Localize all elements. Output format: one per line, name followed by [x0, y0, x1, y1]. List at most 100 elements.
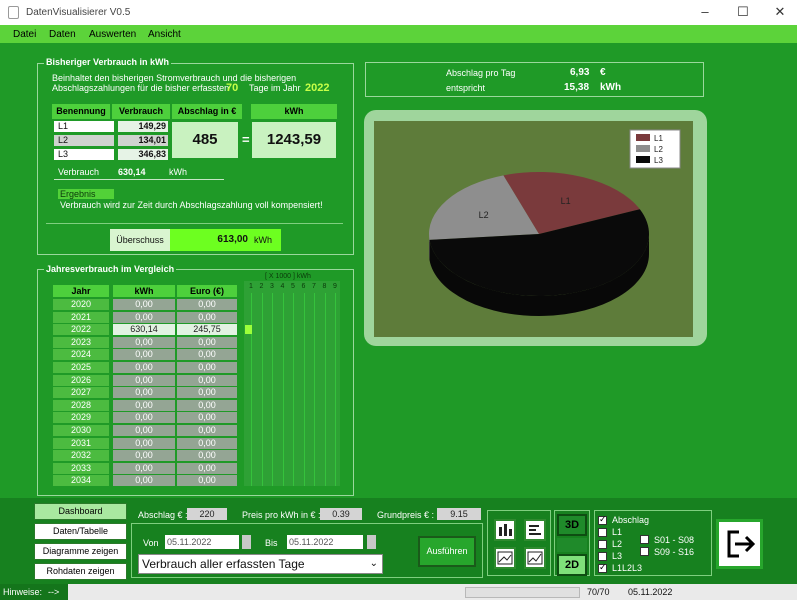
- status-bar: [0, 584, 797, 600]
- s2-option-label: S09 - S16: [654, 547, 695, 557]
- pie-slice-label: L1: [561, 196, 571, 206]
- l1-checkbox[interactable]: [598, 528, 607, 537]
- run-button[interactable]: Ausführen: [418, 536, 476, 567]
- dashboard-button[interactable]: Dashboard: [34, 503, 127, 520]
- raw-data-button[interactable]: Rohdaten zeigen: [34, 563, 127, 580]
- list-chart-icon: [529, 525, 541, 535]
- year-cell: 2032: [53, 450, 109, 462]
- progress-bar: [465, 587, 580, 598]
- data-table-button[interactable]: Daten/Tabelle: [34, 523, 127, 540]
- to-label: Bis: [265, 538, 278, 548]
- euro-cell: 0,00: [177, 475, 237, 487]
- euro-cell: 0,00: [177, 374, 237, 386]
- 3d-button[interactable]: 3D: [557, 514, 587, 536]
- kwh-cell: 0,00: [113, 387, 175, 399]
- image-chart-icon: [497, 551, 513, 565]
- l1l2l3-option-label: L1L2L3: [612, 563, 643, 573]
- legend-label: L1: [654, 134, 663, 143]
- abschlag-input[interactable]: 220: [187, 508, 227, 520]
- view-select[interactable]: Verbrauch aller erfassten Tage ⌄: [138, 554, 383, 574]
- to-date-input[interactable]: 05.11.2022: [287, 535, 363, 549]
- divider: [46, 223, 343, 224]
- scale-gridline: [314, 293, 315, 486]
- bar-chart-icon[interactable]: [494, 519, 516, 541]
- menu-auswerten[interactable]: Auswerten: [89, 29, 136, 40]
- from-date-picker[interactable]: [242, 535, 251, 549]
- euro-cell: 0,00: [177, 362, 237, 373]
- minimize-button[interactable]: –: [693, 2, 717, 22]
- scale-gridline: [261, 293, 263, 486]
- close-button[interactable]: ✕: [768, 2, 792, 22]
- year-cell: 2034: [53, 475, 109, 487]
- row-value-l2: 134,01: [118, 135, 168, 146]
- grundpreis-input[interactable]: 9.15: [437, 508, 481, 520]
- surplus-unit: kWh: [252, 229, 281, 251]
- maximize-button[interactable]: ☐: [731, 2, 755, 22]
- euro-cell: 0,00: [177, 425, 237, 436]
- year-cell: 2029: [53, 412, 109, 424]
- euro-cell: 0,00: [177, 399, 237, 411]
- euro-cell: 0,00: [177, 349, 237, 361]
- image-chart-icon[interactable]: [494, 547, 516, 569]
- from-date-input[interactable]: 05.11.2022: [165, 535, 239, 549]
- title-bar: DatenVisualisierer V0.5 – ☐ ✕: [0, 0, 797, 25]
- price-input[interactable]: 0.39: [320, 508, 362, 520]
- legend-swatch: [636, 134, 650, 141]
- abschlag-checkbox[interactable]: [598, 514, 607, 525]
- year-cell: 2023: [53, 336, 109, 348]
- menu-daten[interactable]: Daten: [49, 29, 76, 40]
- yearly-scale-area: [244, 281, 340, 486]
- legend-swatch: [636, 145, 650, 152]
- year-cell: 2024: [53, 349, 109, 361]
- row-value-l3: 346,83: [118, 149, 168, 160]
- menu-bar: Datei Daten Auswerten Ansicht: [0, 25, 797, 43]
- verbrauch-value: 630,14: [118, 167, 146, 177]
- s2-checkbox[interactable]: [640, 547, 649, 556]
- record-counter: 70/70: [587, 587, 610, 597]
- pie-chart: L1 L2 L1 L2 L3: [429, 129, 681, 317]
- daily-unit-1: €: [600, 67, 606, 78]
- euro-cell: 0,00: [177, 462, 237, 474]
- kwh-cell: 0,00: [113, 412, 175, 424]
- window-title: DatenVisualisierer V0.5: [26, 7, 131, 18]
- divider: [54, 179, 224, 180]
- exit-button[interactable]: [716, 519, 763, 569]
- header-kwh: kWh: [251, 104, 337, 119]
- kwh-cell: 0,00: [113, 311, 175, 323]
- year-cell: 2027: [53, 387, 109, 399]
- area-chart-icon: [527, 551, 543, 565]
- chart-plot-area: L1 L2 L1 L2 L3: [374, 121, 693, 337]
- menu-datei[interactable]: Datei: [13, 29, 36, 40]
- to-date-picker[interactable]: [367, 535, 376, 549]
- show-charts-button[interactable]: Diagramme zeigen: [34, 543, 127, 560]
- scale-label: [ X 1000 ] kWh: [265, 273, 311, 280]
- legend-swatch: [636, 156, 650, 163]
- days-count: 70: [226, 82, 239, 94]
- daily-label-2: entspricht: [446, 83, 486, 93]
- daily-label-1: Abschlag pro Tag: [446, 68, 516, 78]
- l3-checkbox[interactable]: [598, 552, 607, 561]
- scale-tick: 6: [301, 283, 306, 290]
- scale-gridline: [293, 293, 294, 486]
- scale-tick: 7: [312, 283, 316, 290]
- kwh-cell: 630,14: [113, 324, 175, 336]
- l2-checkbox[interactable]: [598, 540, 607, 549]
- abschlag-total: 485: [172, 122, 238, 158]
- equals-sign: =: [242, 132, 250, 147]
- kwh-cell: 0,00: [113, 362, 175, 373]
- scale-tick: 1: [249, 283, 253, 290]
- price-label: Preis pro kWh in € :: [242, 510, 321, 520]
- scale-gridline: [324, 293, 326, 486]
- app-icon: [8, 6, 19, 19]
- euro-cell: 0,00: [177, 387, 237, 399]
- s1-checkbox[interactable]: [640, 535, 649, 544]
- year-cell: 2026: [53, 374, 109, 386]
- area-chart-icon[interactable]: [524, 547, 546, 569]
- menu-ansicht[interactable]: Ansicht: [148, 29, 181, 40]
- hint-label: Hinweise:: [3, 587, 43, 597]
- list-chart-icon[interactable]: [524, 519, 546, 541]
- status-date: 05.11.2022: [628, 587, 673, 597]
- 2d-button[interactable]: 2D: [557, 554, 587, 576]
- l1l2l3-checkbox[interactable]: [598, 562, 607, 573]
- row-value-l1: 149,29: [118, 121, 168, 132]
